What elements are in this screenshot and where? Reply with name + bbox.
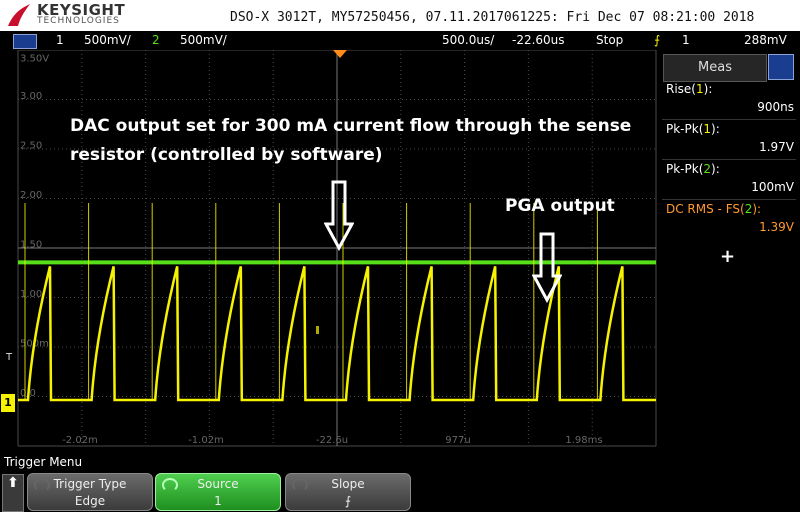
- trigger-level[interactable]: 288mV: [744, 33, 787, 47]
- measurement-name: Rise(: [666, 82, 696, 96]
- measurement-value: 100mV: [751, 180, 794, 194]
- trigger-level-marker[interactable]: T: [6, 352, 12, 363]
- softkey-label: Slope: [331, 477, 365, 491]
- divider: [662, 119, 796, 120]
- status-bar: 1 500mV/ 2 500mV/ 500.0us/ -22.60us Stop…: [0, 31, 800, 50]
- add-measurement-button[interactable]: +: [720, 246, 735, 267]
- measurement-panel: Meas Rise(1): 900ns Pk-Pk(1): 1.97V Pk-Pk(2)…: [660, 50, 800, 452]
- x-tick-label: -2.02m: [62, 435, 98, 446]
- trigger-position-marker[interactable]: [333, 50, 347, 58]
- measurement-channel: 1: [696, 82, 704, 96]
- source-softkey[interactable]: Source 1: [155, 473, 281, 511]
- annotation-arrow-pga: [532, 232, 562, 304]
- ch1-ground-marker[interactable]: 1: [1, 394, 15, 412]
- divider: [662, 159, 796, 160]
- softkey-value: 1: [214, 494, 222, 508]
- back-button[interactable]: ⬆: [2, 474, 24, 512]
- x-tick-label: 1.98ms: [565, 435, 602, 446]
- y-tick-label: 3.50V: [20, 54, 49, 65]
- measurement-name: Pk-Pk(: [666, 122, 704, 136]
- instrument-info: DSO-X 3012T, MY57250456, 07.11.201706122…: [230, 10, 755, 25]
- divider: [662, 199, 796, 200]
- measurement-channel: 1: [703, 122, 712, 136]
- ch2-number[interactable]: 2: [152, 33, 160, 47]
- annotation-dac-line2: resistor (controlled by software): [70, 145, 383, 165]
- rising-edge-icon: ⨍: [344, 494, 352, 508]
- annotation-arrow-dac: [324, 180, 354, 252]
- time-delay[interactable]: -22.60us: [512, 33, 565, 47]
- y-tick-label: 3.00: [20, 91, 42, 102]
- softkey-bar: Trigger Menu ⬆ Trigger Type Edge Source …: [0, 452, 800, 512]
- measurement-value: 1.97V: [759, 140, 794, 154]
- keysight-logo: KEYSIGHT TECHNOLOGIES: [0, 0, 130, 30]
- trigger-source[interactable]: 1: [682, 33, 690, 47]
- measurement-channel: 2: [703, 162, 712, 176]
- x-tick-label: 977u: [445, 435, 470, 446]
- ch2-scale[interactable]: 500mV/: [180, 33, 227, 47]
- meas-tab[interactable]: Meas: [663, 54, 767, 82]
- measurement-name: DC RMS - FS(: [666, 202, 745, 216]
- measurement-name: Pk-Pk(: [666, 162, 704, 176]
- softkey-label: Source: [197, 477, 239, 491]
- keysight-logo-icon: [8, 4, 30, 26]
- measurement-label: Pk-Pk(1):: [666, 122, 720, 136]
- trigger-edge-icon: ⨍: [654, 33, 661, 47]
- ch1-scale[interactable]: 500mV/: [84, 33, 131, 47]
- y-tick-label: 1.00: [20, 289, 42, 300]
- softkey-value: Edge: [74, 494, 106, 508]
- x-tick-label: -1.02m: [188, 435, 224, 446]
- menu-title: Trigger Menu: [4, 455, 83, 469]
- y-tick-label: 2.50: [20, 141, 42, 152]
- x-tick-label: -22.6u: [316, 435, 348, 446]
- timebase[interactable]: 500.0us/: [442, 33, 494, 47]
- main-menu-icon[interactable]: [13, 34, 37, 49]
- ch1-number[interactable]: 1: [56, 33, 64, 47]
- waveform-display[interactable]: 3.50V 3.00 2.50 2.00 1.50 1.00 500m 0.0 -2.02m -…: [0, 50, 660, 452]
- measurement-label: DC RMS - FS(2):: [666, 202, 761, 216]
- measurement-value: 900ns: [757, 100, 794, 114]
- measurement-suffix: ):: [752, 202, 762, 216]
- softkey-label: Trigger Type: [53, 477, 127, 491]
- brand-subtitle: TECHNOLOGIES: [37, 16, 120, 26]
- annotation-dac-line1: DAC output set for 300 mA current flow t…: [70, 116, 632, 136]
- measurement-suffix: ):: [711, 162, 720, 176]
- measurement-label: Pk-Pk(2):: [666, 162, 720, 176]
- y-tick-label: 2.00: [20, 190, 42, 201]
- measurement-label: Rise(1):: [666, 82, 712, 96]
- trigger-type-softkey[interactable]: Trigger Type Edge: [27, 473, 153, 511]
- run-state[interactable]: Stop: [596, 33, 623, 47]
- measurement-suffix: ):: [703, 82, 713, 96]
- slope-softkey[interactable]: Slope ⨍: [285, 473, 411, 511]
- y-tick-label: 1.50: [20, 240, 42, 251]
- ch1-artifact: [316, 326, 319, 334]
- annotation-pga: PGA output: [505, 196, 615, 216]
- panel-menu-icon[interactable]: [768, 54, 794, 80]
- measurement-suffix: ):: [711, 122, 720, 136]
- measurement-value: 1.39V: [759, 220, 794, 234]
